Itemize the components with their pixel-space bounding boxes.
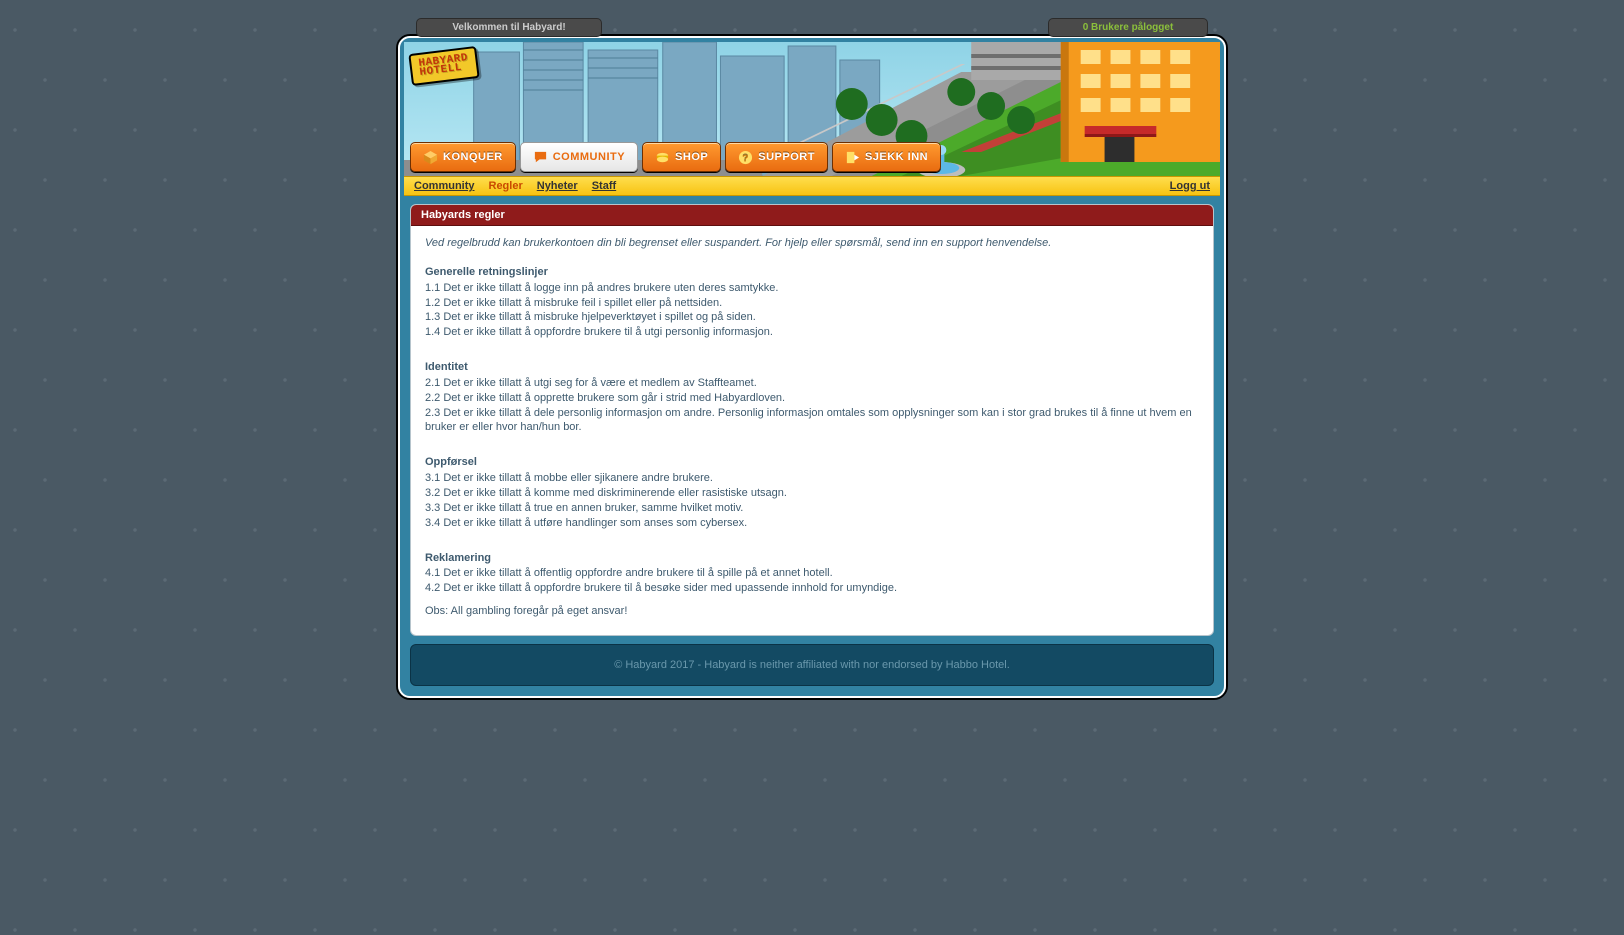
- main-card: HABYARD HOTELL KONQUER COMMUNITY: [396, 34, 1228, 700]
- rules-section-1: Generelle retningslinjer 1.1 Det er ikke…: [425, 265, 1199, 340]
- online-users-pill: 0 Brukere pålogget: [1048, 18, 1208, 37]
- rules-section-3: Oppførsel 3.1 Det er ikke tillatt å mobb…: [425, 455, 1199, 530]
- subnav-community[interactable]: Community: [414, 180, 475, 192]
- rule-item: 2.2 Det er ikke tillatt å opprette bruke…: [425, 391, 1199, 406]
- main-nav: KONQUER COMMUNITY SHOP ? SUPPORT: [404, 142, 1220, 172]
- speech-icon: [533, 150, 548, 165]
- section-title: Reklamering: [425, 551, 1199, 566]
- section-title: Generelle retningslinjer: [425, 265, 1199, 280]
- nav-label: SUPPORT: [758, 151, 815, 163]
- page-footer: © Habyard 2017 - Habyard is neither affi…: [410, 644, 1214, 686]
- enter-icon: [845, 150, 860, 165]
- rule-item: 4.2 Det er ikke tillatt å oppfordre bruk…: [425, 581, 1199, 596]
- rules-section-4: Reklamering 4.1 Det er ikke tillatt å of…: [425, 551, 1199, 597]
- nav-label: SHOP: [675, 151, 708, 163]
- nav-label: KONQUER: [443, 151, 503, 163]
- rules-intro: Ved regelbrudd kan brukerkontoen din bli…: [425, 236, 1199, 251]
- welcome-pill: Velkommen til Habyard!: [416, 18, 602, 37]
- nav-konquer[interactable]: KONQUER: [410, 142, 516, 172]
- cube-icon: [423, 150, 438, 165]
- top-status-bar: Velkommen til Habyard! 0 Brukere pålogge…: [396, 18, 1228, 40]
- subnav-nyheter[interactable]: Nyheter: [537, 180, 578, 192]
- sub-nav: Community Regler Nyheter Staff Logg ut: [404, 176, 1220, 196]
- rule-item: 1.3 Det er ikke tillatt å misbruke hjelp…: [425, 310, 1199, 325]
- svg-text:?: ?: [742, 153, 749, 164]
- nav-shop[interactable]: SHOP: [642, 142, 721, 172]
- rule-item: 1.4 Det er ikke tillatt å oppfordre bruk…: [425, 325, 1199, 340]
- rule-item: 3.3 Det er ikke tillatt å true en annen …: [425, 501, 1199, 516]
- rule-item: 3.2 Det er ikke tillatt å komme med disk…: [425, 486, 1199, 501]
- rule-item: 4.1 Det er ikke tillatt å offentlig oppf…: [425, 566, 1199, 581]
- subnav-regler[interactable]: Regler: [489, 180, 523, 192]
- rules-note: Obs: All gambling foregår på eget ansvar…: [425, 604, 1199, 619]
- panel-title: Habyards regler: [411, 205, 1213, 226]
- section-title: Oppførsel: [425, 455, 1199, 470]
- rule-item: 1.1 Det er ikke tillatt å logge inn på a…: [425, 281, 1199, 296]
- logo-line2: HOTELL: [419, 63, 469, 78]
- app-shell: Velkommen til Habyard! 0 Brukere pålogge…: [396, 18, 1228, 700]
- question-icon: ?: [738, 150, 753, 165]
- rule-item: 1.2 Det er ikke tillatt å misbruke feil …: [425, 296, 1199, 311]
- nav-label: COMMUNITY: [553, 151, 625, 163]
- panel-body: Ved regelbrudd kan brukerkontoen din bli…: [411, 226, 1213, 635]
- rules-section-2: Identitet 2.1 Det er ikke tillatt å utgi…: [425, 360, 1199, 435]
- nav-support[interactable]: ? SUPPORT: [725, 142, 828, 172]
- nav-checkin[interactable]: SJEKK INN: [832, 142, 941, 172]
- coins-icon: [655, 150, 670, 165]
- subnav-staff[interactable]: Staff: [592, 180, 616, 192]
- footer-text: © Habyard 2017 - Habyard is neither affi…: [614, 659, 1010, 671]
- rule-item: 3.1 Det er ikke tillatt å mobbe eller sj…: [425, 471, 1199, 486]
- logout-link[interactable]: Logg ut: [1170, 180, 1210, 192]
- rule-item: 2.3 Det er ikke tillatt å dele personlig…: [425, 406, 1199, 436]
- rules-panel: Habyards regler Ved regelbrudd kan bruke…: [410, 204, 1214, 636]
- rule-item: 2.1 Det er ikke tillatt å utgi seg for å…: [425, 376, 1199, 391]
- section-title: Identitet: [425, 360, 1199, 375]
- nav-label: SJEKK INN: [865, 151, 928, 163]
- rule-item: 3.4 Det er ikke tillatt å utføre handlin…: [425, 516, 1199, 531]
- nav-community[interactable]: COMMUNITY: [520, 142, 638, 172]
